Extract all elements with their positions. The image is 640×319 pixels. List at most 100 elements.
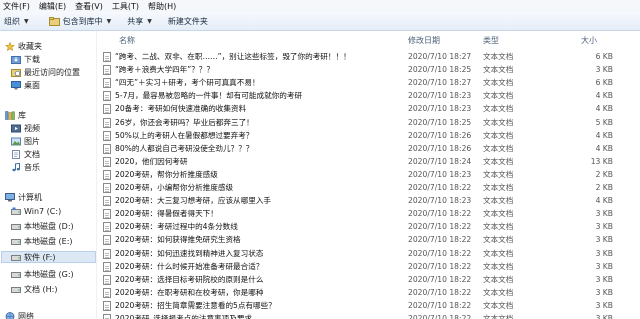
file-size: 4 KB (595, 91, 613, 101)
file-type: 文本文档 (483, 91, 514, 101)
file-row[interactable]: 2020考研，小编帮你分析推度感级 2020/7/10 18:22 文本文档 2 KB (103, 182, 633, 194)
file-modified-date: 2020/7/10 18:22 (408, 248, 472, 258)
file-row[interactable]: 2020考研：大三复习想考研，应该从哪里入手 2020/7/10 18:23 文本文… (103, 195, 633, 207)
file-size: 6 KB (595, 52, 613, 61)
file-row[interactable]: 2020考研：选择目标考研院校的原则是什么 2020/7/10 18:22 文本文档… (103, 274, 633, 286)
nav-network[interactable]: 网络 (5, 310, 34, 319)
drive-icon (11, 286, 21, 293)
nav-favorites[interactable]: 收藏夹 (5, 40, 42, 52)
nav-drive-h[interactable]: 文档 (H:) (11, 283, 58, 295)
menu-tools[interactable]: 工具(T) (109, 1, 145, 12)
file-size: 3 KB (595, 287, 613, 297)
file-row[interactable]: 2020考研：如何迅速找到精神进入复习状态 2020/7/10 18:22 文本文档… (103, 248, 633, 260)
nav-videos-label: 视频 (24, 123, 40, 133)
file-row[interactable]: 2020考研，帮你分析推度感级 2020/7/10 18:23 文本文档 2 KB (103, 169, 633, 181)
menu-edit[interactable]: 编辑(E) (36, 1, 72, 12)
drive-icon (11, 223, 21, 230)
chevron-down-icon: ▼ (24, 17, 29, 25)
picture-icon (11, 137, 21, 145)
menu-help[interactable]: 帮助(H) (145, 1, 182, 12)
file-row[interactable]: 50%以上的考研人在暑假都想过要弃考？ 2020/7/10 18:26 文本文档 4 … (103, 130, 633, 142)
file-row[interactable]: 2020考研_选择报考点的注意事项及要求 2020/7/10 18:22 文本文档 3… (103, 313, 633, 319)
file-type: 文本文档 (483, 248, 514, 258)
text-file-icon (103, 248, 111, 259)
file-name: 5-7月，最容易被忽略的一件事！却有可能成就你的考研 (115, 91, 303, 101)
nav-drive-d[interactable]: 本地磁盘 (D:) (11, 220, 74, 232)
chevron-down-icon: ▼ (147, 17, 152, 25)
file-size: 5 KB (595, 117, 613, 127)
file-modified-date: 2020/7/10 18:24 (408, 156, 472, 166)
text-file-icon (103, 78, 111, 89)
nav-documents[interactable]: 文档 (11, 148, 40, 160)
file-row[interactable]: 2020考研：得暑假者得天下！ 2020/7/10 18:22 文本文档 3 KB (103, 208, 633, 220)
navigation-pane: 收藏夹 下载 最近访问的位置 桌面 库 视频 图片 文档 音乐 计算机 Win7… (0, 31, 97, 319)
column-header-date[interactable]: 修改日期 (408, 33, 468, 47)
file-type: 文本文档 (483, 65, 514, 75)
include-in-library-button[interactable]: 包含到库中 ▼ (45, 16, 120, 27)
organize-button[interactable]: 组织 ▼ (0, 16, 37, 27)
file-name: 26岁，你还会考研吗？毕业后都奔三了！ (115, 117, 254, 127)
nav-music[interactable]: 音乐 (11, 161, 40, 173)
nav-libraries[interactable]: 库 (5, 109, 26, 121)
file-modified-date: 2020/7/10 18:26 (408, 143, 472, 153)
file-row[interactable]: 2020考研：在职考研和在校考研，你是哪种 2020/7/10 18:22 文本文档… (103, 287, 633, 299)
file-modified-date: 2020/7/10 18:23 (408, 91, 472, 101)
column-header-name[interactable]: 名称 (119, 33, 319, 47)
nav-drive-e[interactable]: 本地磁盘 (E:) (11, 235, 73, 247)
nav-drive-c[interactable]: Win7 (C:) (11, 205, 61, 217)
command-toolbar: 组织 ▼ 包含到库中 ▼ 共享 ▼ 新建文件夹 (0, 12, 640, 31)
menu-file[interactable]: 文件(F) (0, 1, 36, 12)
file-row[interactable]: 5-7月，最容易被忽略的一件事！却有可能成就你的考研 2020/7/10 18:2… (103, 90, 633, 102)
menu-view[interactable]: 查看(V) (72, 1, 109, 12)
file-modified-date: 2020/7/10 18:27 (408, 78, 472, 88)
file-modified-date: 2020/7/10 18:22 (408, 183, 472, 192)
file-row[interactable]: 2020，他们因何考研 2020/7/10 18:24 文本文档 13 KB (103, 156, 633, 168)
file-row[interactable]: 80%的人都说自己考研没使全劲儿？？？ 2020/7/10 18:26 文本文档 4 … (103, 143, 633, 155)
nav-desktop[interactable]: 桌面 (11, 79, 40, 91)
nav-recent-places[interactable]: 最近访问的位置 (11, 66, 80, 78)
file-type: 文本文档 (483, 314, 514, 319)
organize-label: 组织 (4, 16, 20, 26)
file-row[interactable]: “四无”＋实习＋研考，考个研可真真不易！ 2020/7/10 18:27 文本文档 6… (103, 77, 633, 89)
file-size: 4 KB (595, 196, 613, 206)
file-size: 3 KB (595, 261, 613, 271)
file-modified-date: 2020/7/10 18:27 (408, 52, 472, 61)
text-file-icon (103, 156, 111, 167)
text-file-icon (103, 209, 111, 220)
file-row[interactable]: 2020考研：招生简章需要注意看的5点有哪些？ 2020/7/10 18:22 文本… (103, 300, 633, 312)
file-row[interactable]: 26岁，你还会考研吗？毕业后都奔三了！ 2020/7/10 18:25 文本文档 5 … (103, 117, 633, 129)
nav-videos[interactable]: 视频 (11, 122, 40, 134)
column-header-size[interactable]: 大小 (527, 33, 597, 47)
nav-drive-g[interactable]: 本地磁盘 (G:) (11, 268, 74, 280)
text-file-icon (103, 52, 111, 62)
file-row[interactable]: 2020考研：什么时候开始准备考研最合适？ 2020/7/10 18:22 文本文档… (103, 261, 633, 273)
file-type: 文本文档 (483, 78, 514, 88)
nav-downloads[interactable]: 下载 (11, 53, 40, 65)
include-in-library-label: 包含到库中 (62, 16, 103, 26)
file-type: 文本文档 (483, 287, 514, 297)
file-type: 文本文档 (483, 169, 514, 179)
computer-icon (5, 192, 15, 201)
file-size: 4 KB (595, 104, 613, 114)
nav-recent-places-label: 最近访问的位置 (24, 67, 80, 77)
file-type: 文本文档 (483, 222, 514, 232)
file-row[interactable]: “跨考、二战、双非、在职……”，别让这些标签，毁了你的考研！！！ 2020/7/1… (103, 51, 633, 63)
share-button[interactable]: 共享 ▼ (123, 16, 160, 27)
column-header-type[interactable]: 类型 (483, 33, 533, 47)
documents-icon (12, 149, 20, 159)
file-name: 50%以上的考研人在暑假都想过要弃考？ (115, 130, 254, 140)
file-row[interactable]: “跨考＋浪费大学四年”？？？ 2020/7/10 18:25 文本文档 3 KB (103, 64, 633, 76)
file-row[interactable]: 2020考研：考研过程中的4条分数线 2020/7/10 18:22 文本文档 3 K… (103, 221, 633, 233)
file-size: 3 KB (595, 209, 613, 219)
nav-drive-f[interactable]: 软件 (F:) (1, 251, 96, 263)
text-file-icon (103, 300, 111, 311)
nav-pictures[interactable]: 图片 (11, 135, 40, 147)
file-row[interactable]: 20备考：考研如何快速准确的收集资料 2020/7/10 18:23 文本文档 4 K… (103, 103, 633, 115)
file-name: 2020考研：招生简章需要注意看的5点有哪些？ (115, 300, 276, 310)
nav-computer[interactable]: 计算机 (5, 191, 42, 203)
new-folder-button[interactable]: 新建文件夹 (164, 16, 216, 27)
file-row[interactable]: 2020考研：如何获得推免研究生资格 2020/7/10 18:22 文本文档 3 K… (103, 234, 633, 246)
file-size: 4 KB (595, 130, 613, 140)
file-type: 文本文档 (483, 300, 514, 310)
file-name: 2020考研：得暑假者得天下！ (115, 209, 218, 219)
